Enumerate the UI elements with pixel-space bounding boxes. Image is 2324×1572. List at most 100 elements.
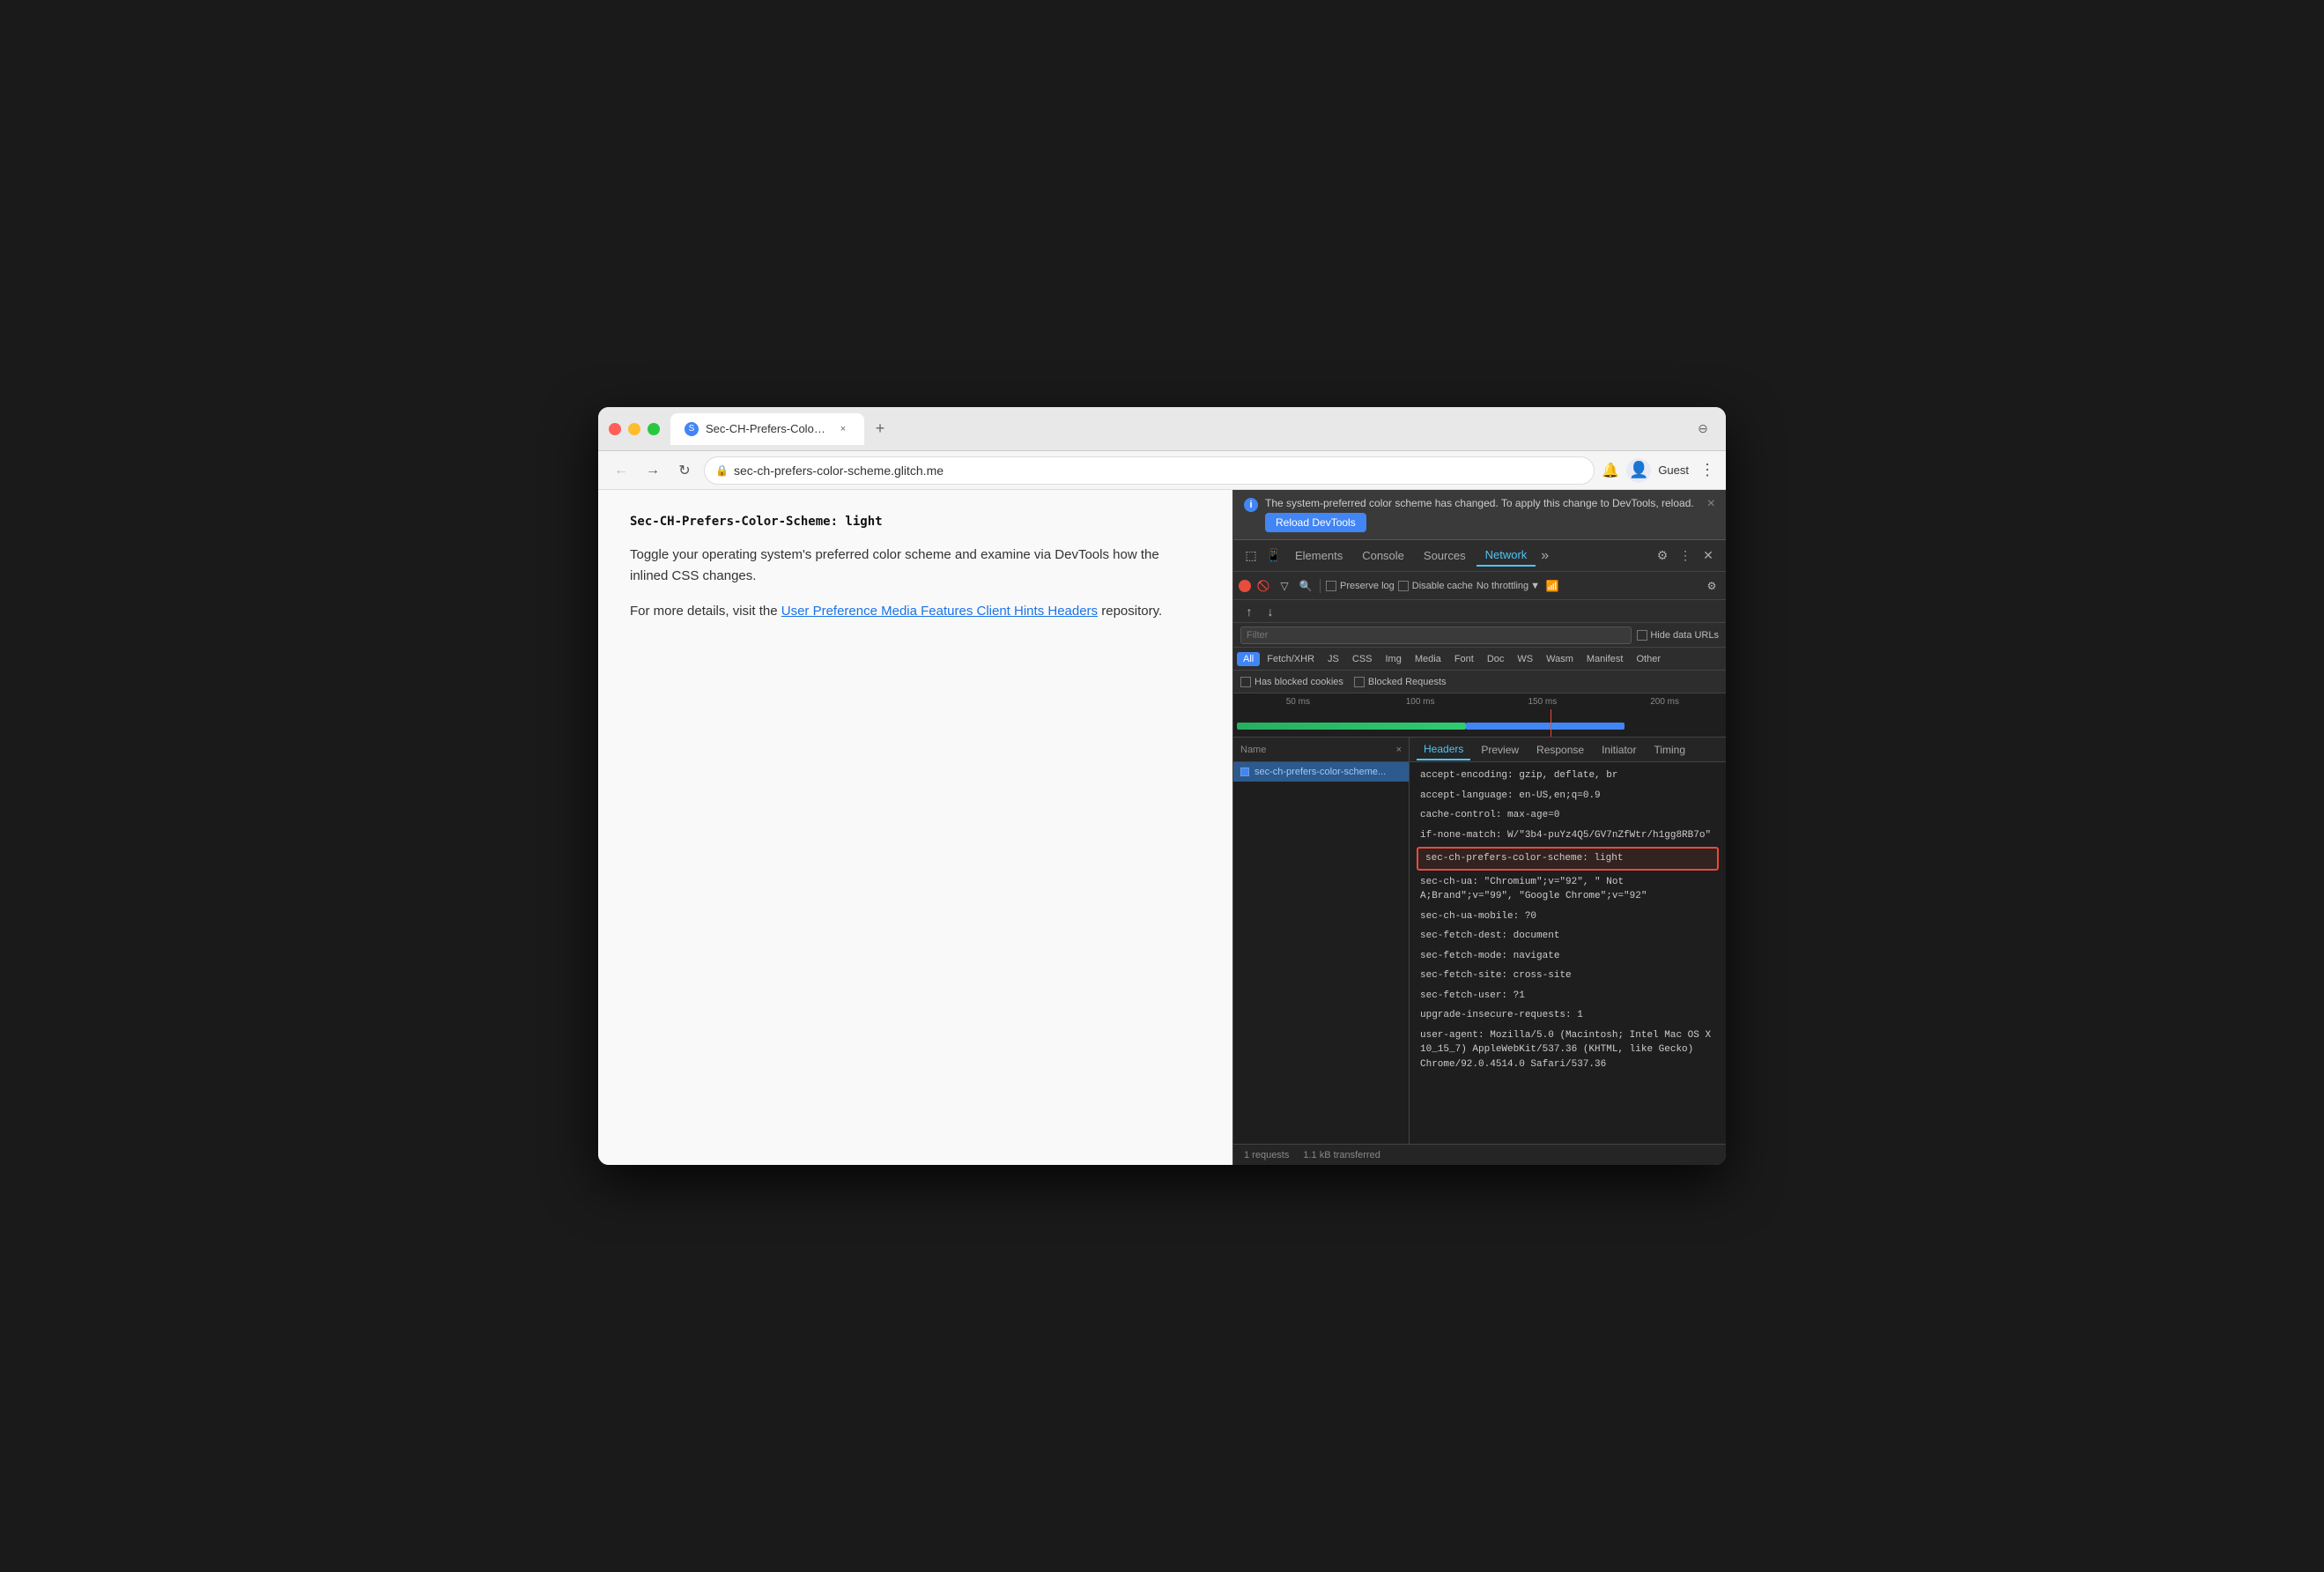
extension-icon[interactable]: 🔔 — [1602, 462, 1619, 479]
clear-button[interactable]: 🚫 — [1255, 577, 1272, 595]
header-value: max-age=0 — [1501, 810, 1559, 820]
type-filter-other[interactable]: Other — [1630, 652, 1667, 666]
tab-favicon: S — [685, 422, 699, 436]
reload-button[interactable]: ↻ — [672, 458, 697, 483]
tab-elements[interactable]: Elements — [1286, 545, 1351, 566]
header-value: gzip, deflate, br — [1514, 770, 1618, 781]
hide-data-urls-text: Hide data URLs — [1650, 630, 1719, 641]
guest-label[interactable]: Guest — [1658, 463, 1689, 477]
header-row: sec-fetch-site: cross-site — [1410, 966, 1726, 986]
tab-close-button[interactable]: × — [836, 422, 850, 436]
network-filter-button[interactable]: ▽ — [1276, 577, 1293, 595]
type-filter-fetch-xhr[interactable]: Fetch/XHR — [1261, 652, 1321, 666]
blocked-requests-label[interactable]: Blocked Requests — [1354, 677, 1447, 687]
tab-console[interactable]: Console — [1353, 545, 1413, 566]
header-key: upgrade-insecure-requests: — [1420, 1010, 1572, 1020]
tab-network[interactable]: Network — [1477, 545, 1536, 567]
close-traffic-light[interactable] — [609, 423, 621, 435]
header-key: sec-fetch-mode: — [1420, 951, 1507, 961]
disable-cache-label[interactable]: Disable cache — [1398, 581, 1473, 591]
minimize-traffic-light[interactable] — [628, 423, 640, 435]
url-text: sec-ch-prefers-color-scheme.glitch.me — [734, 463, 1583, 478]
tab-response[interactable]: Response — [1529, 740, 1591, 760]
browser-window: S Sec-CH-Prefers-Color-Schem... × + ⊖ ← … — [598, 407, 1726, 1165]
element-picker-button[interactable]: ⬚ — [1240, 545, 1262, 567]
header-row: accept-encoding: gzip, deflate, br — [1410, 766, 1726, 786]
tab-preview[interactable]: Preview — [1474, 740, 1526, 760]
devtools-more-button[interactable]: ⋮ — [1675, 545, 1696, 567]
network-toolbar: 🚫 ▽ 🔍 Preserve log Disable cache No thro… — [1233, 572, 1726, 600]
disable-cache-text: Disable cache — [1412, 581, 1473, 591]
notification-close-button[interactable]: × — [1707, 497, 1715, 511]
webpage-link[interactable]: User Preference Media Features Client Hi… — [781, 604, 1098, 619]
browser-content: Sec-CH-Prefers-Color-Scheme: light Toggl… — [598, 490, 1726, 1165]
download-button[interactable]: ↓ — [1262, 603, 1279, 620]
browser-tab[interactable]: S Sec-CH-Prefers-Color-Schem... × — [670, 413, 864, 445]
headers-tab-bar: Headers Preview Response Initiator Timin… — [1410, 738, 1726, 762]
request-list: Name × sec-ch-prefers-color-scheme... — [1233, 738, 1410, 1144]
throttle-settings-icon[interactable]: 📶 — [1543, 577, 1561, 595]
type-filter-doc[interactable]: Doc — [1481, 652, 1511, 666]
type-filter-bar: All Fetch/XHR JS CSS Img Media Font Doc … — [1233, 648, 1726, 671]
preserve-log-label[interactable]: Preserve log — [1326, 581, 1395, 591]
timeline-label-150ms: 150 ms — [1482, 697, 1604, 707]
headers-content: accept-encoding: gzip, deflate, braccept… — [1410, 762, 1726, 1144]
hide-data-urls-label[interactable]: Hide data URLs — [1637, 630, 1719, 641]
timeline-labels: 50 ms 100 ms 150 ms 200 ms — [1233, 697, 1726, 707]
devtools-settings-button[interactable]: ⚙ — [1652, 545, 1673, 567]
header-key: user-agent: — [1420, 1030, 1484, 1041]
webpage-area: Sec-CH-Prefers-Color-Scheme: light Toggl… — [598, 490, 1232, 1165]
name-column-header: Name — [1240, 745, 1266, 755]
devtools-close-button[interactable]: ✕ — [1698, 545, 1719, 567]
network-settings-button[interactable]: ⚙ — [1703, 577, 1721, 595]
tab-sources[interactable]: Sources — [1415, 545, 1475, 566]
preserve-log-checkbox[interactable] — [1326, 581, 1336, 591]
type-filter-all[interactable]: All — [1237, 652, 1260, 666]
reload-devtools-button[interactable]: Reload DevTools — [1265, 513, 1366, 532]
tab-headers[interactable]: Headers — [1417, 739, 1470, 760]
tab-timing[interactable]: Timing — [1647, 740, 1692, 760]
header-row: accept-language: en-US,en;q=0.9 — [1410, 786, 1726, 806]
type-filter-img[interactable]: Img — [1380, 652, 1408, 666]
type-filter-js[interactable]: JS — [1321, 652, 1345, 666]
back-button[interactable]: ← — [609, 458, 633, 483]
request-list-item[interactable]: sec-ch-prefers-color-scheme... — [1233, 762, 1409, 782]
type-filter-wasm[interactable]: Wasm — [1540, 652, 1580, 666]
type-filter-font[interactable]: Font — [1448, 652, 1480, 666]
close-column-button[interactable]: × — [1396, 745, 1402, 755]
throttle-arrow: ▼ — [1530, 581, 1540, 591]
cookies-bar: Has blocked cookies Blocked Requests — [1233, 671, 1726, 693]
hide-data-urls-checkbox[interactable] — [1637, 630, 1647, 641]
url-bar[interactable]: 🔒 sec-ch-prefers-color-scheme.glitch.me — [704, 456, 1595, 485]
more-tabs-button[interactable]: » — [1537, 548, 1552, 564]
status-transferred: 1.1 kB transferred — [1303, 1150, 1380, 1160]
header-row: user-agent: Mozilla/5.0 (Macintosh; Inte… — [1410, 1026, 1726, 1075]
has-blocked-cookies-checkbox[interactable] — [1240, 677, 1251, 687]
maximize-traffic-light[interactable] — [648, 423, 660, 435]
profile-button[interactable]: 👤 — [1626, 458, 1651, 483]
new-tab-button[interactable]: + — [868, 417, 892, 441]
window-minimize-button[interactable]: ⊖ — [1691, 417, 1715, 441]
blocked-requests-checkbox[interactable] — [1354, 677, 1365, 687]
para2-prefix: For more details, visit the — [630, 604, 781, 619]
filter-input[interactable] — [1240, 627, 1632, 644]
type-filter-manifest[interactable]: Manifest — [1580, 652, 1630, 666]
record-button[interactable] — [1239, 580, 1251, 592]
throttle-select[interactable]: No throttling ▼ — [1477, 581, 1540, 591]
tab-initiator[interactable]: Initiator — [1595, 740, 1643, 760]
disable-cache-checkbox[interactable] — [1398, 581, 1409, 591]
tab-title: Sec-CH-Prefers-Color-Schem... — [706, 422, 829, 435]
type-filter-ws[interactable]: WS — [1511, 652, 1539, 666]
device-toolbar-button[interactable]: 📱 — [1263, 545, 1284, 567]
header-row: upgrade-insecure-requests: 1 — [1410, 1005, 1726, 1026]
type-filter-css[interactable]: CSS — [1346, 652, 1379, 666]
network-search-button[interactable]: 🔍 — [1297, 577, 1314, 595]
address-right-controls: 🔔 👤 Guest ⋮ — [1602, 458, 1715, 483]
type-filter-media[interactable]: Media — [1409, 652, 1447, 666]
has-blocked-cookies-label[interactable]: Has blocked cookies — [1240, 677, 1343, 687]
notification-content: The system-preferred color scheme has ch… — [1265, 497, 1700, 532]
more-button[interactable]: ⋮ — [1699, 461, 1715, 479]
network-content: Name × sec-ch-prefers-color-scheme... He… — [1233, 738, 1726, 1144]
upload-button[interactable]: ↑ — [1240, 603, 1258, 620]
forward-button[interactable]: → — [640, 458, 665, 483]
